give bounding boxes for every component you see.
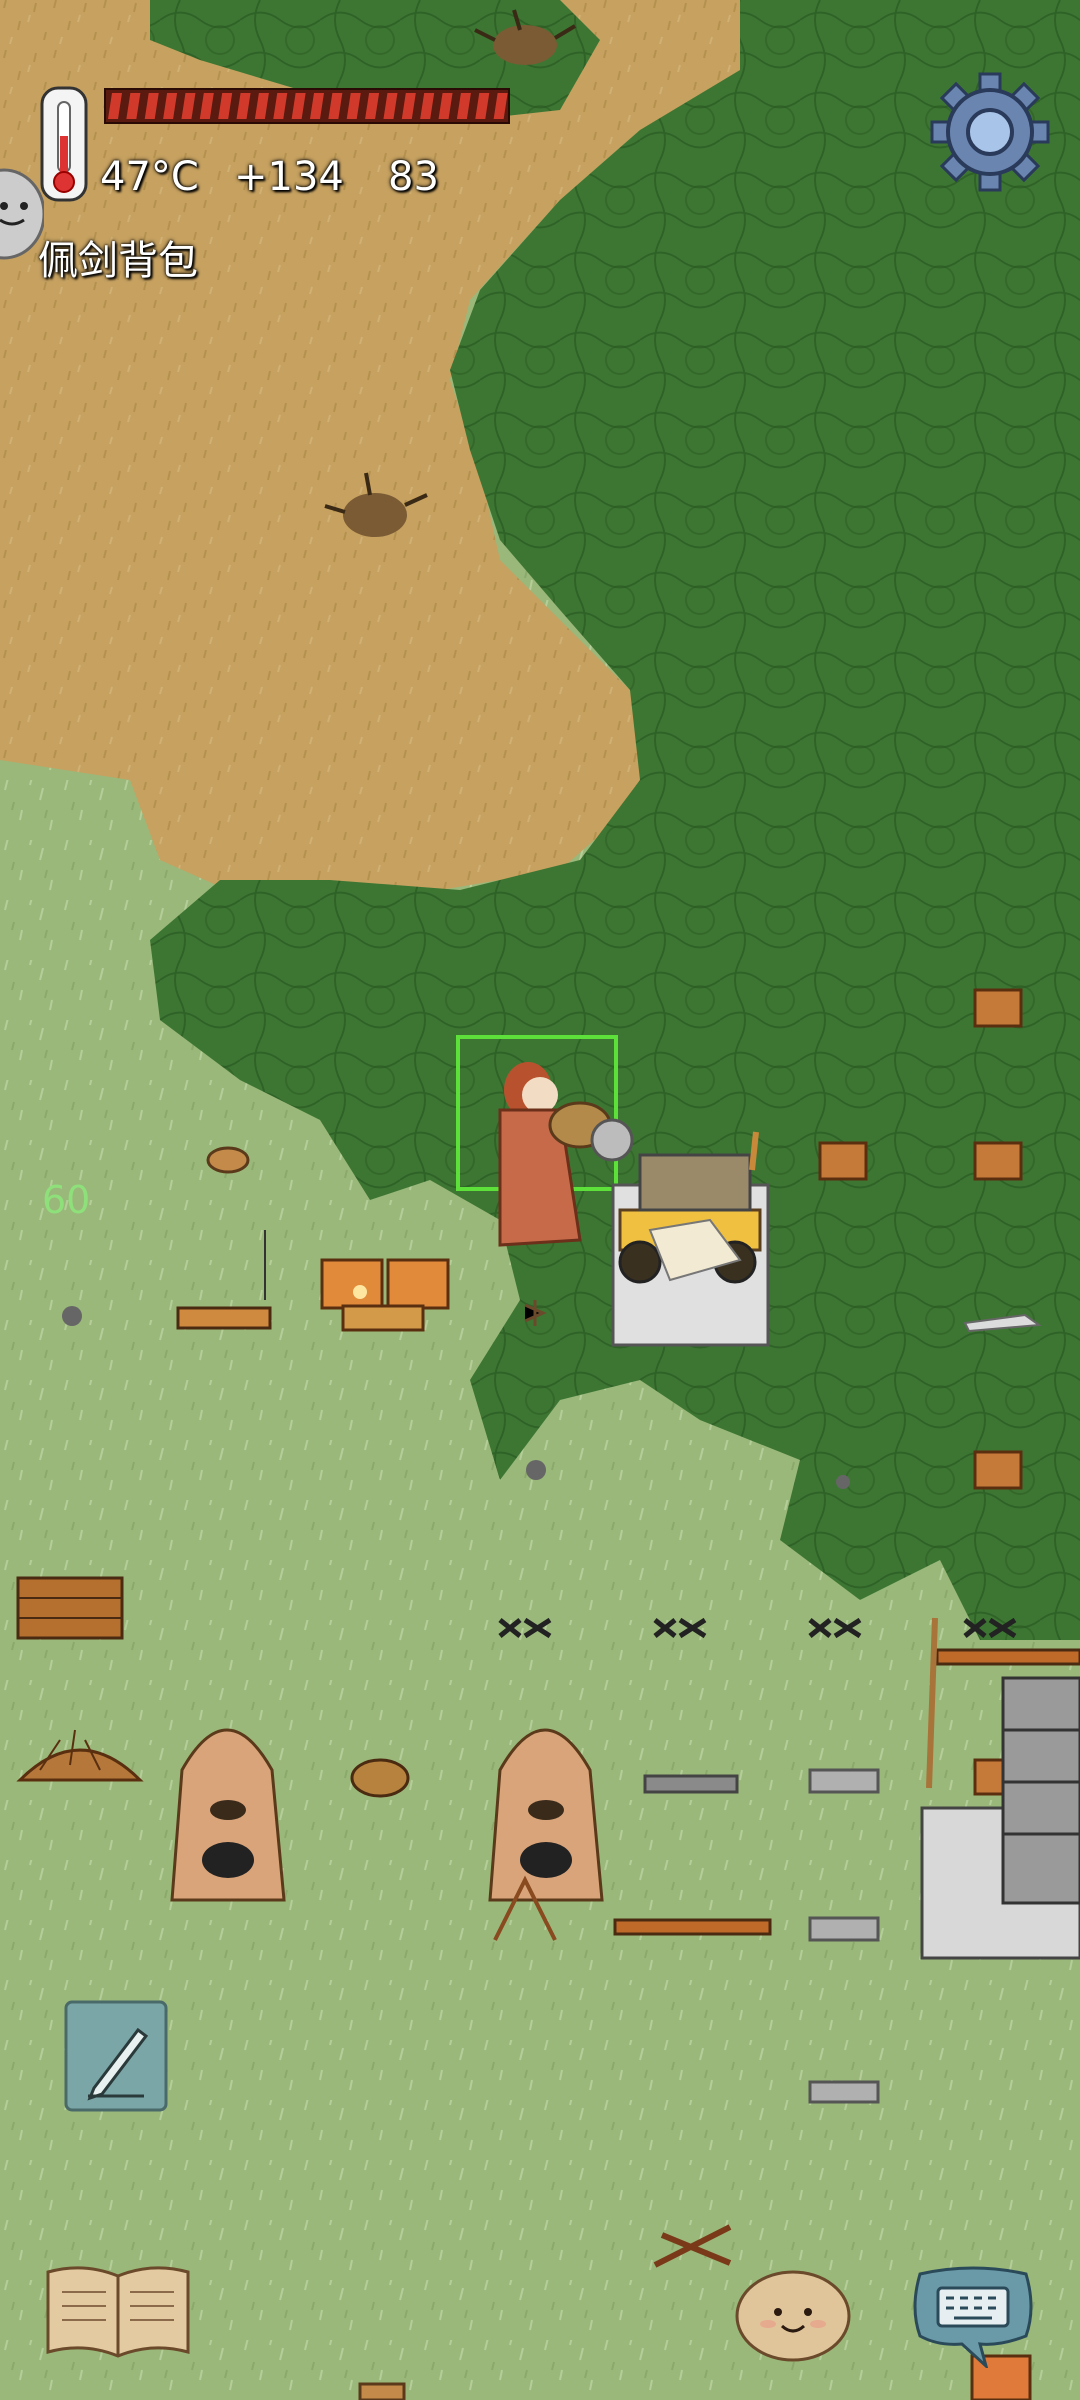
speaker-face-icon[interactable] bbox=[0, 166, 46, 262]
stone[interactable] bbox=[836, 1475, 850, 1489]
smiley-potato-icon[interactable] bbox=[734, 2266, 852, 2362]
stone-stack[interactable] bbox=[808, 1916, 880, 1942]
stone-stack[interactable] bbox=[808, 1768, 880, 1794]
wooden-rod[interactable] bbox=[613, 1918, 772, 1936]
stone[interactable] bbox=[62, 1306, 82, 1326]
pencil-note-icon[interactable] bbox=[64, 2000, 168, 2112]
floating-number: 60 bbox=[42, 1178, 91, 1222]
firewood[interactable] bbox=[973, 1450, 1023, 1490]
health-bar bbox=[104, 88, 510, 124]
stone-slab[interactable] bbox=[643, 1774, 739, 1794]
open-book-icon[interactable] bbox=[44, 2262, 192, 2358]
clay-bowl[interactable] bbox=[358, 2382, 406, 2400]
thermometer-icon bbox=[38, 84, 90, 212]
held-item-label: 佩剑背包 bbox=[38, 238, 198, 284]
log-pile[interactable] bbox=[16, 1576, 124, 1640]
firewood[interactable] bbox=[818, 1141, 868, 1181]
gear-icon[interactable] bbox=[930, 70, 1050, 194]
yum-bonus: +134 bbox=[234, 154, 344, 200]
keyboard-speech-bubble-icon[interactable] bbox=[910, 2262, 1036, 2371]
stone-stack[interactable] bbox=[808, 2080, 880, 2104]
basket[interactable] bbox=[350, 1758, 410, 1798]
clay-bowl[interactable] bbox=[206, 1146, 250, 1174]
stone[interactable] bbox=[526, 1460, 546, 1480]
firewood[interactable] bbox=[973, 1141, 1023, 1181]
temperature-readout: 47°C bbox=[100, 154, 199, 200]
firewood[interactable] bbox=[973, 988, 1023, 1028]
age-counter: 83 bbox=[388, 154, 439, 200]
